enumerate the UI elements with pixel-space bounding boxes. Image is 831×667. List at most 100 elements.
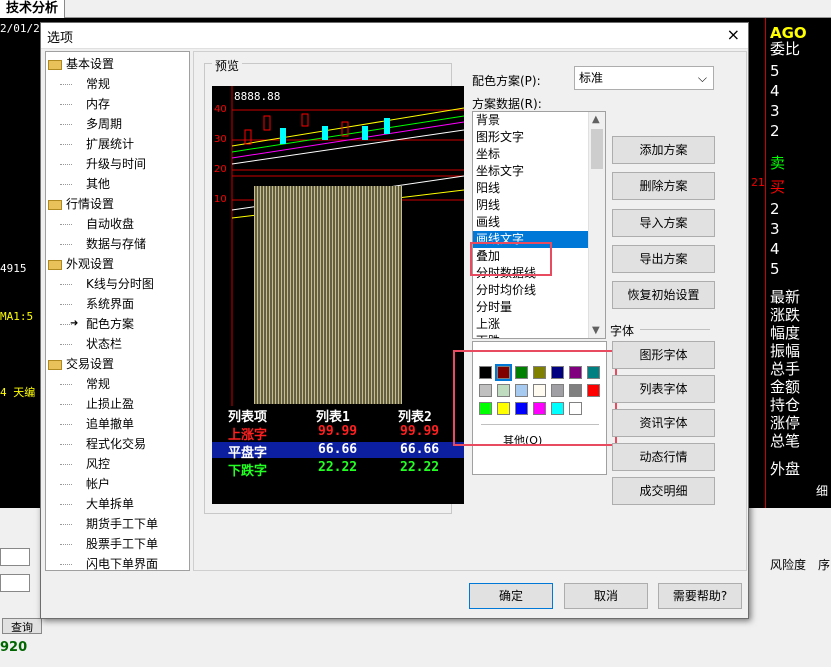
tree-label: 系统界面 (86, 297, 135, 311)
scheme-action-button[interactable]: 恢复初始设置 (612, 281, 715, 309)
quote-label: 5 (770, 260, 780, 278)
scroll-thumb[interactable] (591, 129, 603, 169)
cancel-button[interactable]: 取消 (564, 583, 648, 609)
highlight-palette (453, 350, 617, 446)
scheme-list-item[interactable]: 上涨 (473, 316, 605, 333)
scheme-action-button[interactable]: 导出方案 (612, 245, 715, 273)
tree-label: 闪电下单界面 (86, 557, 159, 571)
tree-item[interactable]: 常规 (86, 374, 110, 394)
tree-label: 扩展统计 (86, 137, 135, 151)
scheme-list-item[interactable]: 坐标 (473, 146, 605, 163)
dialog-title: 选项 (47, 31, 74, 46)
right-quote-panel: AGO 委比 5 4 3 2 卖买 2 3 4 5 最新 涨跌 幅度 振幅 总手 金额 持仓 涨停 总笔 外盘 21 … (751, 18, 831, 508)
scheme-list-item[interactable]: 分时量 (473, 299, 605, 316)
tree-item[interactable]: 升级与时间 (86, 154, 146, 174)
tree-item[interactable]: 扩展统计 (86, 134, 134, 154)
scroll-down-icon[interactable]: ▼ (592, 325, 600, 336)
tree-label: 多周期 (86, 117, 123, 131)
bottom-input-2[interactable] (0, 574, 30, 592)
tree-connector (60, 124, 72, 125)
close-icon[interactable]: × (727, 25, 740, 44)
preview-canvas: 8888.88 40 30 20 10 列表项 列表1 列表2 上涨字 99.9… (212, 86, 464, 504)
tree-item[interactable]: 状态栏 (86, 334, 122, 354)
font-button[interactable]: 成交明细 (612, 477, 715, 505)
quote-label: 5 (770, 62, 780, 80)
tree-connector (60, 504, 72, 505)
tree-item[interactable]: 常规 (86, 74, 110, 94)
preview-label: 预览 (212, 57, 243, 74)
tree-group[interactable]: 基本设置 (48, 54, 114, 74)
scheme-action-button[interactable]: 导入方案 (612, 209, 715, 237)
help-button[interactable]: 需要帮助? (658, 583, 742, 609)
tree-item[interactable]: 系统界面 (86, 294, 134, 314)
quote-label: 3 (770, 220, 780, 238)
tree-item[interactable]: 股票手工下单 (86, 534, 158, 554)
font-button[interactable]: 图形字体 (612, 341, 715, 369)
tree-item[interactable]: 帐户 (86, 474, 110, 494)
table-row-flat: 平盘字 66.66 66.66 (212, 442, 464, 461)
quote-label: 3 (770, 102, 780, 120)
font-button[interactable]: 列表字体 (612, 375, 715, 403)
tree-label: 自动收盘 (86, 217, 135, 231)
quote-label: 2 (770, 122, 780, 140)
tree-label: 升级与时间 (86, 157, 147, 171)
bottom-input-1[interactable] (0, 548, 30, 566)
scheme-list-item[interactable]: 分时均价线 (473, 282, 605, 299)
scheme-select[interactable]: 标准 ⌵ (574, 66, 714, 90)
scheme-list-item[interactable]: 阳线 (473, 180, 605, 197)
scheme-action-button[interactable]: 添加方案 (612, 136, 715, 164)
tree-connector (60, 464, 72, 465)
tree-label: 其他 (86, 177, 111, 191)
font-button[interactable]: 资讯字体 (612, 409, 715, 437)
ok-button[interactable]: 确定 (469, 583, 553, 609)
font-button[interactable]: 动态行情 (612, 443, 715, 471)
scroll-up-icon[interactable]: ▲ (592, 114, 600, 125)
scheme-list-item[interactable]: 阴线 (473, 197, 605, 214)
scheme-list-scrollbar[interactable]: ▲ ▼ (588, 112, 605, 338)
tree-group[interactable]: 行情设置 (48, 194, 114, 214)
tree-item[interactable]: 止损止盈 (86, 394, 134, 414)
tree-item[interactable]: 自动收盘 (86, 214, 134, 234)
tree-label: 配色方案 (86, 317, 135, 331)
tree-connector (60, 344, 72, 345)
tree-connector (60, 484, 72, 485)
scheme-list-item[interactable]: 画线 (473, 214, 605, 231)
quote-label: 2 (770, 200, 780, 218)
dialog-titlebar: 选项 × (41, 23, 748, 49)
row-down-v1: 22.22 (318, 460, 358, 475)
fine-label: 细 (816, 484, 829, 498)
scheme-list-item[interactable]: 图形文字 (473, 129, 605, 146)
scheme-action-button[interactable]: 删除方案 (612, 172, 715, 200)
tree-item[interactable]: 闪电下单界面 (86, 554, 159, 571)
bottom-number: 920 (0, 640, 28, 655)
tree-item[interactable]: 数据与存储 (86, 234, 146, 254)
folder-icon (48, 59, 62, 70)
tree-item[interactable]: ➜ 配色方案 (70, 314, 135, 334)
tree-group[interactable]: 交易设置 (48, 354, 114, 374)
tree-item[interactable]: 追单撤单 (86, 414, 134, 434)
tree-item[interactable]: 程式化交易 (86, 434, 146, 454)
tree-item[interactable]: 内存 (86, 94, 110, 114)
chevron-down-icon: ⌵ (697, 71, 707, 85)
tree-item[interactable]: 多周期 (86, 114, 122, 134)
tree-item[interactable]: K线与分时图 (86, 274, 154, 294)
scheme-data-list[interactable]: 背景图形文字坐标坐标文字阳线阴线画线画线文字叠加分时数据线分时均价线分时量上涨下… (472, 111, 606, 339)
options-dialog: 选项 × 基本设置 常规 内存 多周期 扩展统计 升级与时间 其他 行情设置 自动收盘 数据与存储… (40, 22, 749, 619)
color-scheme-panel: 预览 8888.88 40 30 20 10 列表项 列表1 列表2 上涨字 9… (193, 51, 747, 571)
tree-connector (60, 164, 72, 165)
scheme-list-item[interactable]: 坐标文字 (473, 163, 605, 180)
scheme-list-item[interactable]: 下跌 (473, 333, 605, 338)
folder-icon (48, 199, 62, 210)
scheme-select-value: 标准 (579, 71, 604, 85)
tab-technical-analysis[interactable]: 技术分析 (0, 0, 66, 18)
tree-connector (60, 84, 72, 85)
tree-item[interactable]: 其他 (86, 174, 110, 194)
axis-label-40: 40 (214, 104, 227, 115)
tree-item[interactable]: 大单拆单 (86, 494, 134, 514)
tree-item[interactable]: 风控 (86, 454, 110, 474)
query-button[interactable]: 查询 (2, 618, 42, 634)
tree-item[interactable]: 期货手工下单 (86, 514, 158, 534)
tree-group[interactable]: 外观设置 (48, 254, 114, 274)
row-up-v2: 99.99 (400, 424, 440, 439)
scheme-list-item[interactable]: 背景 (473, 112, 605, 129)
